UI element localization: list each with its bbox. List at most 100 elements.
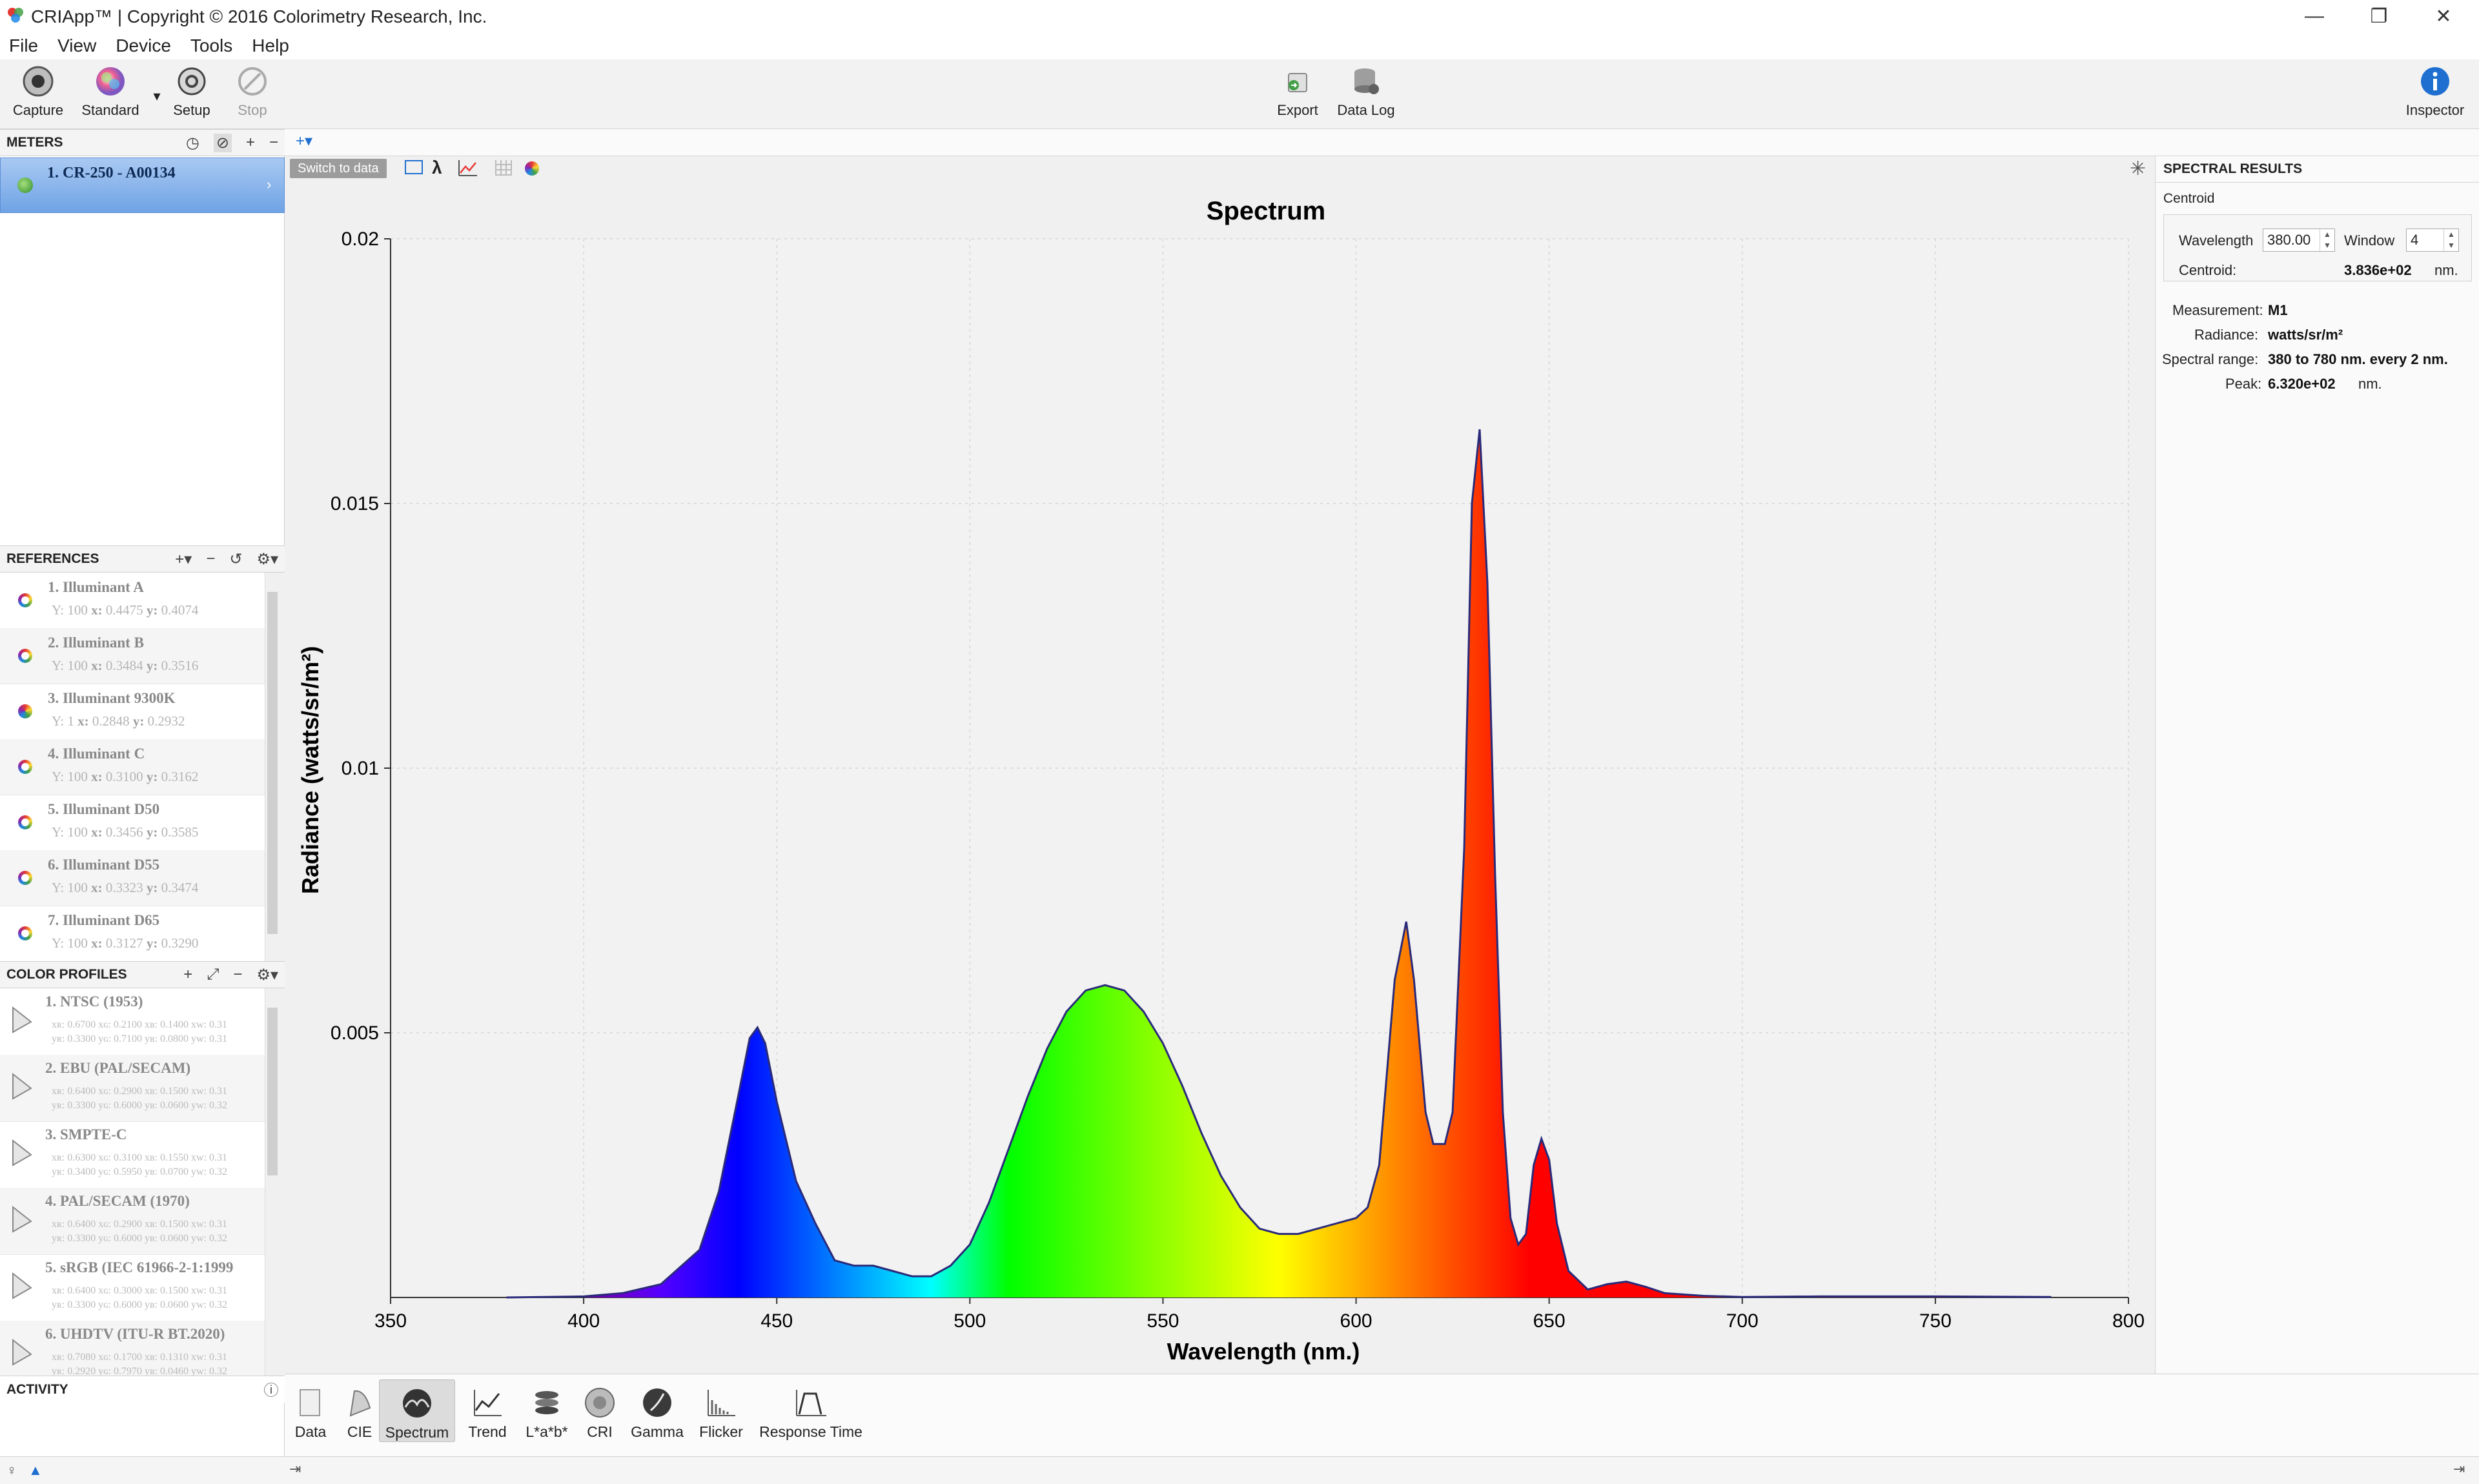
capture-button[interactable]: Capture	[12, 65, 65, 119]
meter-row[interactable]: 1. CR-250 - A00134 ›	[0, 158, 285, 213]
standard-button[interactable]: Standard	[81, 65, 139, 119]
grid-icon[interactable]	[495, 160, 512, 176]
inspector-button[interactable]: Inspector	[2403, 65, 2467, 119]
list-item[interactable]: 5. sRGB (IEC 61966-2-1:1999 xʀ: 0.6400 x…	[0, 1254, 265, 1321]
expand-icon[interactable]: ⤢	[207, 966, 219, 984]
spin-arrows-icon[interactable]: ▲ ▼	[2320, 229, 2334, 251]
x-tick-label: 600	[1340, 1310, 1372, 1332]
export-icon	[1288, 73, 1307, 92]
list-item[interactable]: 2. Illuminant B Y: 100 x: 0.3484 y: 0.35…	[0, 628, 265, 684]
color-profiles-list: 1. NTSC (1953) xʀ: 0.6700 xɢ: 0.2100 xʙ:…	[0, 988, 265, 1376]
add-meter-icon[interactable]: +	[246, 134, 255, 152]
x-tick-label: 450	[760, 1310, 793, 1332]
add-reference-icon[interactable]: +▾	[175, 550, 192, 569]
tab-flicker[interactable]: Flicker	[693, 1385, 750, 1441]
menu-bar: File View Device Tools Help	[0, 32, 2479, 59]
references-scrollbar[interactable]	[265, 573, 285, 961]
list-item[interactable]: 3. Illuminant 9300K Y: 1 x: 0.2848 y: 0.…	[0, 684, 265, 740]
standard-dropdown-icon[interactable]: ▾	[147, 88, 167, 105]
meter-status-icon	[17, 178, 33, 193]
window-spinbox[interactable]: 4 ▲ ▼	[2406, 229, 2459, 252]
meters-header: METERS ◷ ⊘ + −	[0, 129, 285, 156]
profile-settings-icon[interactable]: ⚙▾	[256, 966, 278, 984]
menu-file[interactable]: File	[9, 36, 38, 56]
switch-to-data-button[interactable]: Switch to data	[290, 159, 387, 178]
menu-help[interactable]: Help	[252, 36, 289, 56]
menu-device[interactable]: Device	[116, 36, 171, 56]
peak-unit: nm.	[2358, 376, 2382, 392]
list-item[interactable]: 1. NTSC (1953) xʀ: 0.6700 xɢ: 0.2100 xʙ:…	[0, 988, 265, 1055]
x-tick-label: 800	[2112, 1310, 2145, 1332]
tab-data[interactable]: Data	[290, 1385, 331, 1441]
tab-cie[interactable]: CIE	[339, 1385, 380, 1441]
lightbulb-icon[interactable]: ♀	[6, 1462, 17, 1479]
refresh-icon[interactable]: ↺	[229, 550, 242, 569]
activity-info-icon[interactable]: i	[264, 1382, 278, 1397]
color-ring-icon	[18, 649, 32, 663]
list-item[interactable]: 7. Illuminant D65 Y: 100 x: 0.3127 y: 0.…	[0, 906, 265, 961]
menu-tools[interactable]: Tools	[190, 36, 232, 56]
clock-icon[interactable]: ◷	[186, 134, 199, 152]
reference-settings-icon[interactable]: ⚙▾	[256, 550, 278, 569]
link-icon[interactable]: ⊘	[213, 133, 232, 152]
stop-icon	[238, 67, 267, 96]
export-button[interactable]: Export	[1272, 65, 1323, 119]
wavelength-spinbox[interactable]: 380.00 ▲ ▼	[2263, 229, 2335, 252]
remove-reference-icon[interactable]: −	[206, 550, 215, 568]
sign-in-icon[interactable]: ⇥	[289, 1461, 301, 1478]
info-icon	[2421, 67, 2449, 96]
settings-burst-icon[interactable]: ✳	[2130, 158, 2146, 180]
x-tick-label: 750	[1919, 1310, 1952, 1332]
add-window-icon[interactable]: +▾	[296, 132, 312, 150]
list-item[interactable]: 6. Illuminant D55 Y: 100 x: 0.3323 y: 0.…	[0, 850, 265, 906]
setup-button[interactable]: Setup	[169, 65, 214, 119]
tab-cri[interactable]: CRI	[579, 1385, 620, 1441]
list-item[interactable]: 5. Illuminant D50 Y: 100 x: 0.3456 y: 0.…	[0, 795, 265, 851]
window-title: CRIApp™ | Copyright © 2016 Colorimetry R…	[31, 6, 487, 26]
data-log-button[interactable]: Data Log	[1334, 65, 1398, 119]
maximize-button[interactable]: ❐	[2350, 3, 2408, 30]
peak-value: 6.320e+02	[2268, 376, 2336, 392]
tab-gamma[interactable]: Gamma	[628, 1385, 686, 1441]
peak-label: Peak:	[2225, 376, 2262, 392]
remove-meter-icon[interactable]: −	[269, 134, 278, 152]
y-tick-label: 0.015	[331, 493, 379, 514]
tab-lab[interactable]: L*a*b*	[521, 1385, 573, 1441]
line-chart-icon[interactable]	[458, 159, 478, 177]
color-profiles-header: COLOR PROFILES + ⤢ − ⚙▾	[0, 961, 285, 988]
tab-spectrum[interactable]: Spectrum	[379, 1379, 455, 1442]
minimize-button[interactable]: —	[2285, 3, 2343, 30]
centroid-unit: nm.	[2434, 262, 2458, 278]
tab-trend[interactable]: Trend	[462, 1385, 513, 1441]
color-ring-icon	[18, 704, 32, 718]
spectrum-icon	[403, 1389, 431, 1418]
gamut-triangle-icon	[12, 1205, 32, 1233]
menu-view[interactable]: View	[57, 36, 96, 56]
list-item[interactable]: 3. SMPTE-C xʀ: 0.6300 xɢ: 0.3100 xʙ: 0.1…	[0, 1121, 265, 1188]
list-item[interactable]: 4. Illuminant C Y: 100 x: 0.3100 y: 0.31…	[0, 739, 265, 795]
close-button[interactable]: ✕	[2414, 3, 2473, 30]
exit-icon[interactable]: ⇥	[2453, 1461, 2465, 1478]
radiance-value: watts/sr/m²	[2268, 327, 2343, 343]
cri-icon	[585, 1388, 615, 1418]
centroid-value: 3.836e+02	[2344, 262, 2412, 278]
list-item[interactable]: 2. EBU (PAL/SECAM) xʀ: 0.6400 xɢ: 0.2900…	[0, 1055, 265, 1122]
remove-profile-icon[interactable]: −	[233, 966, 242, 984]
tab-response-time[interactable]: Response Time	[756, 1385, 866, 1441]
table-view-icon[interactable]	[405, 160, 423, 174]
meter-arrow-icon[interactable]: ›	[267, 176, 271, 193]
list-item[interactable]: 4. PAL/SECAM (1970) xʀ: 0.6400 xɢ: 0.290…	[0, 1188, 265, 1255]
measurement-label: Measurement:	[2172, 302, 2263, 318]
color-profiles-scrollbar[interactable]	[265, 988, 285, 1376]
color-ring-icon	[18, 871, 32, 885]
setup-gear-icon	[178, 67, 206, 96]
list-item[interactable]: 1. Illuminant A Y: 100 x: 0.4475 y: 0.40…	[0, 573, 265, 629]
add-profile-icon[interactable]: +	[183, 966, 192, 984]
lambda-icon[interactable]: λ	[432, 158, 442, 178]
centroid-label: Centroid:	[2179, 262, 2237, 278]
list-item[interactable]: 6. UHDTV (ITU-R BT.2020) xʀ: 0.7080 xɢ: …	[0, 1321, 265, 1376]
spin-arrows-icon[interactable]: ▲ ▼	[2443, 229, 2458, 251]
database-icon	[1354, 68, 1379, 94]
stop-button[interactable]: Stop	[230, 65, 275, 119]
color-wheel-small-icon[interactable]	[525, 161, 539, 176]
